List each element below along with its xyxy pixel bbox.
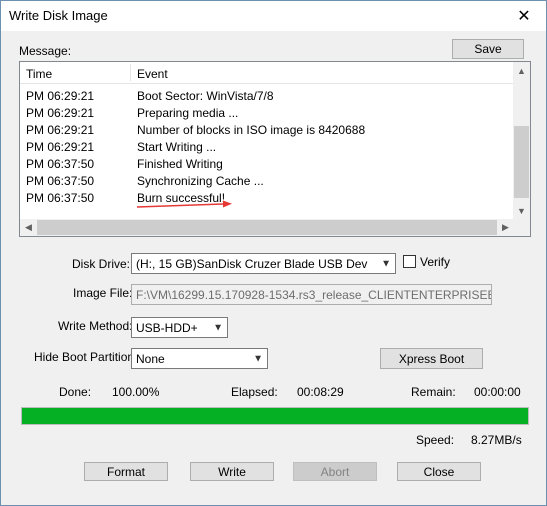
write-disk-image-window: Write Disk Image ✕ Message: Save Time Ev… [0, 0, 547, 506]
message-event: Finished Writing [137, 157, 223, 171]
annotation-arrow-icon [136, 200, 232, 208]
message-label: Message: [19, 44, 72, 58]
progress-bar-fill [22, 408, 528, 424]
message-row[interactable]: PM 06:37:50 Synchronizing Cache ... [20, 173, 514, 190]
save-button[interactable]: Save [452, 39, 524, 59]
xpress-boot-button[interactable]: Xpress Boot [380, 348, 483, 369]
done-value: 100.00% [112, 385, 160, 399]
scroll-right-icon[interactable]: ▶ [497, 219, 514, 236]
disk-drive-label: Disk Drive: [72, 257, 131, 271]
image-file-label: Image File: [73, 286, 133, 300]
message-time: PM 06:29:21 [26, 106, 95, 120]
chevron-down-icon: ▼ [381, 258, 391, 269]
column-header-time[interactable]: Time [26, 67, 52, 81]
scroll-down-icon[interactable]: ▼ [513, 202, 530, 219]
message-row[interactable]: PM 06:37:50 Finished Writing [20, 156, 514, 173]
message-event: Boot Sector: WinVista/7/8 [137, 89, 274, 103]
hide-boot-partition-value: None [136, 351, 165, 366]
column-header-event[interactable]: Event [137, 67, 168, 81]
verify-checkbox[interactable] [403, 255, 416, 268]
title-bar: Write Disk Image ✕ [1, 1, 546, 31]
message-list-header: Time Event [20, 62, 514, 84]
disk-drive-value: (H:, 15 GB)SanDisk Cruzer Blade USB Dev [136, 256, 368, 271]
message-time: PM 06:29:21 [26, 89, 95, 103]
message-row[interactable]: PM 06:29:21 Preparing media ... [20, 105, 514, 122]
write-method-label: Write Method: [58, 319, 133, 333]
message-event: Preparing media ... [137, 106, 239, 120]
close-icon[interactable]: ✕ [502, 1, 546, 31]
message-time: PM 06:29:21 [26, 140, 95, 154]
elapsed-value: 00:08:29 [297, 385, 344, 399]
abort-button[interactable]: Abort [293, 462, 377, 481]
hide-boot-partition-select[interactable]: None ▼ [131, 348, 268, 369]
write-method-value: USB-HDD+ [136, 320, 198, 335]
window-title: Write Disk Image [9, 8, 108, 23]
image-file-value: F:\VM\16299.15.170928-1534.rs3_release_C… [136, 287, 491, 302]
image-file-field[interactable]: F:\VM\16299.15.170928-1534.rs3_release_C… [131, 284, 492, 305]
write-method-select[interactable]: USB-HDD+ ▼ [131, 317, 228, 338]
message-event: Number of blocks in ISO image is 8420688 [137, 123, 366, 137]
scroll-left-icon[interactable]: ◀ [20, 219, 37, 236]
speed-value: 8.27MB/s [471, 433, 522, 447]
column-divider [130, 64, 131, 81]
chevron-down-icon: ▼ [253, 353, 263, 364]
verify-label[interactable]: Verify [420, 255, 450, 269]
chevron-down-icon: ▼ [213, 322, 223, 333]
hide-boot-partition-label: Hide Boot Partition: [34, 350, 138, 364]
progress-bar [21, 407, 529, 425]
close-button[interactable]: Close [397, 462, 481, 481]
message-event: Synchronizing Cache ... [137, 174, 264, 188]
message-list[interactable]: Time Event PM 06:29:21 Boot Sector: WinV… [19, 61, 531, 237]
message-row[interactable]: PM 06:29:21 Boot Sector: WinVista/7/8 [20, 88, 514, 105]
remain-label: Remain: [411, 385, 456, 399]
message-event: Start Writing ... [137, 140, 217, 154]
done-label: Done: [59, 385, 92, 399]
vertical-scrollbar[interactable]: ▲ ▼ [513, 62, 530, 219]
write-button[interactable]: Write [190, 462, 274, 481]
message-row[interactable]: PM 06:29:21 Start Writing ... [20, 139, 514, 156]
speed-label: Speed: [416, 433, 455, 447]
scroll-up-icon[interactable]: ▲ [513, 62, 530, 79]
scrollbar-corner [513, 219, 530, 236]
message-row[interactable]: PM 06:29:21 Number of blocks in ISO imag… [20, 122, 514, 139]
message-row[interactable]: PM 06:37:50 Burn successful! [20, 190, 514, 207]
vertical-scroll-thumb[interactable] [514, 126, 529, 198]
elapsed-label: Elapsed: [231, 385, 278, 399]
message-time: PM 06:37:50 [26, 191, 95, 205]
message-time: PM 06:37:50 [26, 174, 95, 188]
message-time: PM 06:37:50 [26, 157, 95, 171]
disk-drive-select[interactable]: (H:, 15 GB)SanDisk Cruzer Blade USB Dev … [131, 253, 396, 274]
message-time: PM 06:29:21 [26, 123, 95, 137]
horizontal-scroll-thumb[interactable] [37, 220, 497, 235]
format-button[interactable]: Format [84, 462, 168, 481]
horizontal-scrollbar[interactable]: ◀ ▶ [20, 219, 514, 236]
remain-value: 00:00:00 [474, 385, 521, 399]
